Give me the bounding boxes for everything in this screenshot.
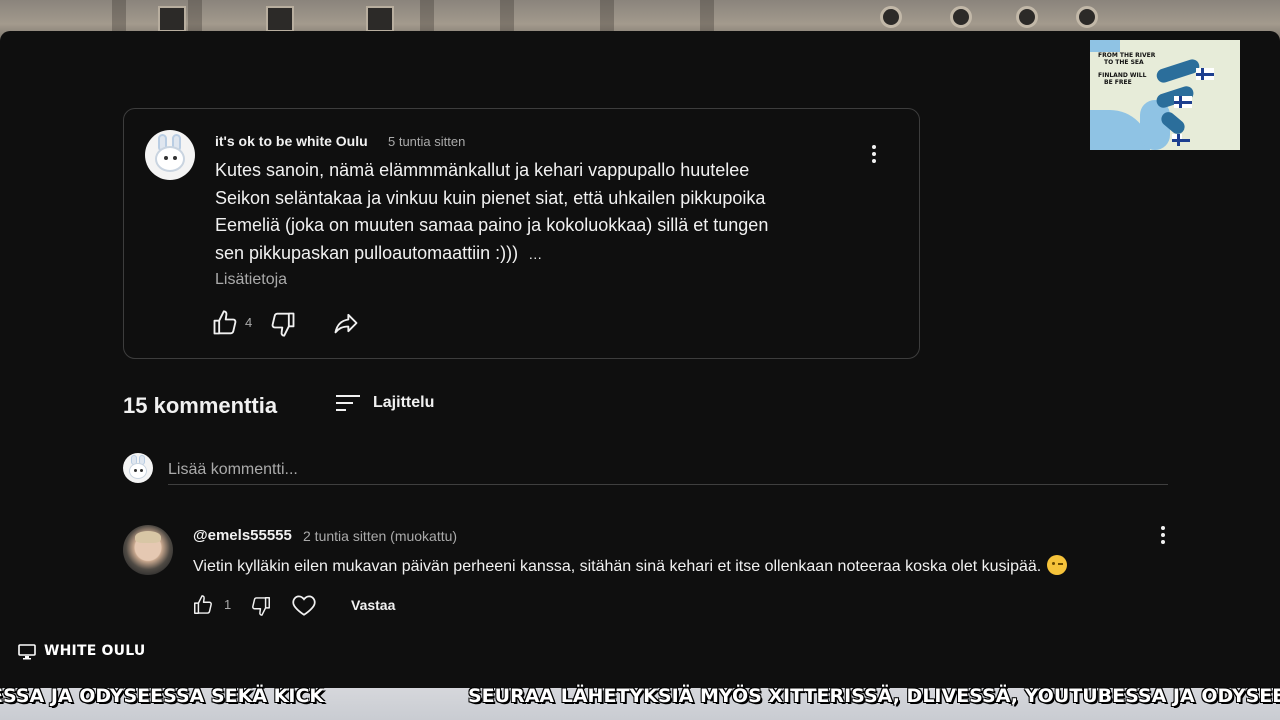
- ticker-text: SEURAA LÄHETYKSIÄ MYÖS XITTERISSÄ, DLIVE…: [468, 685, 1280, 707]
- comment-timestamp[interactable]: 2 tuntia sitten (muokattu): [303, 528, 457, 544]
- finland-flag-icon: [1174, 96, 1192, 108]
- comment-text-line: sen pikkupaskan pulloautomaattiin :))): [215, 242, 519, 263]
- reply-button[interactable]: Vastaa: [351, 597, 395, 613]
- avatar[interactable]: [145, 130, 195, 180]
- finland-map-overlay: FROM THE RIVER TO THE SEA FINLAND WILL B…: [1090, 40, 1240, 150]
- comment-text: Kutes sanoin, nämä elämmmänkallut ja keh…: [215, 157, 855, 268]
- map-text-line2: TO THE SEA: [1104, 59, 1144, 66]
- more-actions-icon[interactable]: [871, 145, 877, 166]
- thumbs-up-icon[interactable]: [211, 309, 239, 337]
- finland-flag-icon: [1196, 68, 1214, 80]
- ticker-text: ESSA JA ODYSEESSA SEKÄ KICK: [0, 685, 325, 707]
- comment-author[interactable]: @emels55555: [193, 527, 292, 544]
- comment-timestamp[interactable]: 5 tuntia sitten: [388, 134, 465, 149]
- add-comment-input[interactable]: [168, 455, 1168, 485]
- news-ticker: ESSA JA ODYSEESSA SEKÄ KICK SEURAA LÄHET…: [0, 684, 1280, 712]
- more-actions-icon[interactable]: [1160, 526, 1166, 547]
- map-text-line3: FINLAND WILL: [1098, 72, 1147, 79]
- thumbs-up-icon[interactable]: [192, 594, 214, 616]
- comment-text-line: Eemeliä (joka on muuten samaa paino ja k…: [215, 215, 769, 235]
- read-more-link[interactable]: Lisätietoja: [215, 271, 287, 289]
- map-text-line4: BE FREE: [1104, 79, 1132, 86]
- sort-icon[interactable]: [335, 393, 361, 415]
- share-icon[interactable]: [332, 309, 360, 337]
- like-count: 4: [245, 315, 253, 330]
- avatar[interactable]: [123, 525, 173, 575]
- thumbs-down-icon[interactable]: [250, 595, 272, 617]
- heart-icon[interactable]: [291, 593, 317, 617]
- comment-text-row: Vietin kylläkin eilen mukavan päivän per…: [193, 555, 1068, 576]
- comment-ellipsis: …: [528, 245, 543, 262]
- avatar: [123, 453, 153, 483]
- wink-emoji-icon: [1047, 555, 1068, 575]
- comment-text: Vietin kylläkin eilen mukavan päivän per…: [193, 558, 1042, 575]
- comments-count: 15 kommenttia: [123, 393, 278, 418]
- sort-button[interactable]: Lajittelu: [373, 394, 434, 412]
- map-text-line1: FROM THE RIVER: [1098, 52, 1156, 59]
- comment-text-line: Seikon seläntakaa ja vinkuu kuin pienet …: [215, 187, 766, 208]
- like-count: 1: [224, 597, 232, 612]
- highlighted-comment: it's ok to be white Oulu 5 tuntia sitten…: [123, 108, 920, 359]
- thumbs-down-icon[interactable]: [269, 310, 297, 338]
- channel-name: WHITE OULU: [44, 643, 146, 659]
- comment-author[interactable]: it's ok to be white Oulu: [215, 133, 368, 149]
- comment-text-line: Kutes sanoin, nämä elämmmänkallut ja keh…: [215, 160, 750, 180]
- channel-label: WHITE OULU: [18, 643, 145, 659]
- finland-flag-icon: [1172, 134, 1190, 146]
